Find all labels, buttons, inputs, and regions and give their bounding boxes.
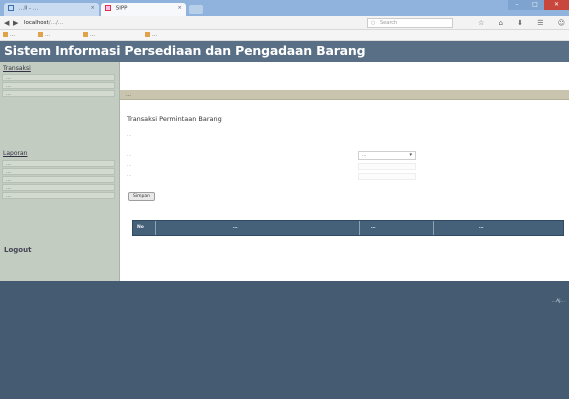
bookmark-item[interactable]: …: [3, 32, 15, 38]
field-label: …: [127, 153, 132, 158]
page-icon: [8, 5, 14, 11]
quantity-input[interactable]: [358, 173, 416, 180]
site-title: Sistem Informasi Persediaan dan Pengadaa…: [4, 43, 366, 58]
sidebar-item[interactable]: …: [2, 168, 115, 175]
chevron-down-icon: ▾: [409, 152, 412, 158]
sidebar-item[interactable]: …: [2, 82, 115, 89]
sidebar-item[interactable]: …: [2, 184, 115, 191]
new-tab-button[interactable]: [189, 5, 203, 14]
column-header-qty: …: [479, 225, 484, 230]
tab-close-icon[interactable]: ×: [90, 5, 95, 11]
sidebar-item[interactable]: …: [2, 74, 115, 81]
bookmark-item[interactable]: …: [38, 32, 50, 38]
sidebar: Transaksi … … … Laporan … … … … … Logout: [0, 62, 120, 281]
url-path: /…/…: [48, 20, 64, 26]
close-window-button[interactable]: ✕: [544, 0, 569, 10]
sidebar-item[interactable]: …: [2, 90, 115, 97]
tab-label: …ll - …: [18, 5, 39, 12]
forward-arrow-icon[interactable]: ▶: [13, 19, 18, 27]
column-header-stock: …: [371, 225, 376, 230]
item-select-value: …: [362, 153, 367, 158]
sidebar-item[interactable]: …: [2, 176, 115, 183]
site-footer: …Aj…: [0, 281, 569, 399]
sidebar-item[interactable]: …: [2, 160, 115, 167]
sidebar-heading-transaksi[interactable]: Transaksi: [3, 65, 31, 72]
maximize-button[interactable]: □: [526, 0, 544, 10]
browser-search-input[interactable]: Search: [367, 18, 453, 28]
form-description: …: [127, 133, 132, 138]
main-content: … Transaksi Permintaan Barang … … … … … …: [120, 62, 569, 281]
items-table-header: No … … …: [132, 220, 564, 236]
tab-close-icon[interactable]: ×: [177, 5, 182, 11]
page-icon: [105, 5, 111, 11]
breadcrumb: …: [126, 92, 131, 98]
column-divider: [359, 221, 360, 235]
browser-tab-first[interactable]: …ll - … ×: [4, 3, 99, 16]
url-field[interactable]: localhost/…/…: [24, 18, 344, 28]
url-host: localhost: [24, 20, 49, 26]
page-title: Transaksi Permintaan Barang: [127, 115, 222, 123]
address-bar: ◀ ▶ localhost/…/… Search ☆ ⌂ ⬇ ☰ ☺: [0, 16, 569, 30]
column-divider: [433, 221, 434, 235]
browser-tab-active[interactable]: SIPP ×: [101, 3, 186, 16]
bookmark-item[interactable]: …: [145, 32, 157, 38]
field-label: …: [127, 163, 132, 168]
bookmarks-bar: … … … …: [0, 30, 569, 41]
footer-credit: …Aj…: [551, 299, 565, 304]
toolbar-icons[interactable]: ☆ ⌂ ⬇ ☰ ☺: [478, 19, 569, 27]
site-header: Sistem Informasi Persediaan dan Pengadaa…: [0, 41, 569, 62]
browser-tab-strip: …ll - … × SIPP × – □ ✕: [0, 0, 569, 16]
bookmark-item[interactable]: …: [83, 32, 95, 38]
back-arrow-icon[interactable]: ◀: [4, 19, 9, 27]
breadcrumb-bar: …: [120, 90, 569, 100]
field-label: …: [127, 173, 132, 178]
tab-label: SIPP: [115, 5, 128, 12]
unit-input[interactable]: [358, 163, 416, 170]
column-header-no: No: [137, 225, 144, 230]
item-select[interactable]: … ▾: [358, 151, 416, 160]
sidebar-heading-laporan[interactable]: Laporan: [3, 150, 27, 157]
column-divider: [155, 221, 156, 235]
column-header-item-name: …: [233, 225, 238, 230]
logout-link[interactable]: Logout: [4, 246, 31, 254]
minimize-button[interactable]: –: [508, 0, 526, 10]
submit-button[interactable]: Simpan: [128, 192, 155, 201]
sidebar-item[interactable]: …: [2, 192, 115, 199]
